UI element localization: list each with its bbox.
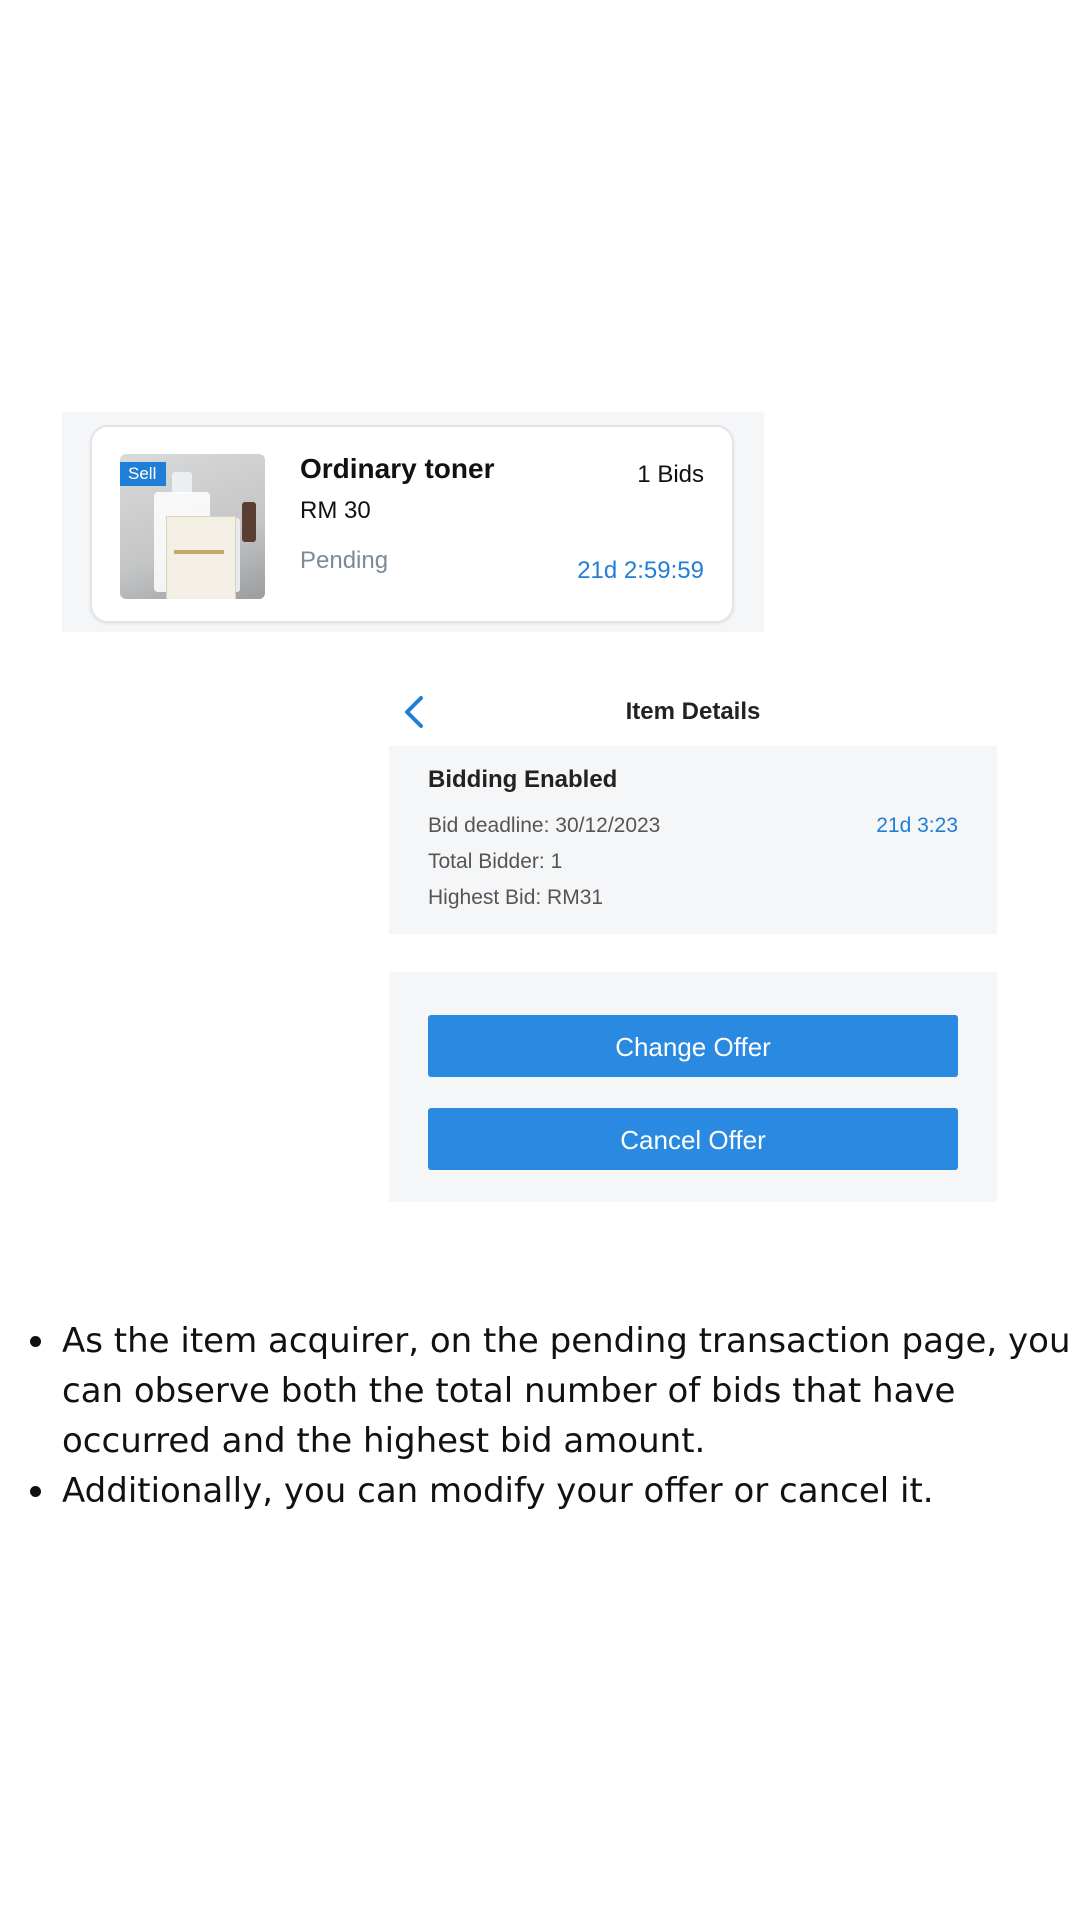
nav-bar: Item Details xyxy=(389,680,997,746)
listing-panel: Sell Ordinary toner RM 30 Pending 1 Bids… xyxy=(62,412,764,632)
item-details-screen: Item Details Bidding Enabled Bid deadlin… xyxy=(389,680,997,1202)
bottle xyxy=(242,502,256,542)
highest-bid: Highest Bid: RM31 xyxy=(428,886,604,909)
product-image: Sell xyxy=(120,454,265,599)
note-text: As the item acquirer, on the pending tra… xyxy=(62,1321,1071,1461)
note-item: As the item acquirer, on the pending tra… xyxy=(28,1316,1078,1466)
item-name: Ordinary toner xyxy=(300,453,495,484)
product-box-stripe xyxy=(174,550,224,554)
note-text: Additionally, you can modify your offer … xyxy=(62,1471,934,1511)
product-box xyxy=(166,516,236,599)
bullet-icon xyxy=(30,1336,41,1347)
sell-tag: Sell xyxy=(120,462,167,486)
deadline-timer: 21d 3:23 xyxy=(876,814,958,837)
item-price: RM 30 xyxy=(300,497,371,524)
bid-deadline: Bid deadline: 30/12/2023 xyxy=(428,814,661,837)
page-title: Item Details xyxy=(625,698,761,725)
bottle-cap xyxy=(172,472,192,494)
bullet-icon xyxy=(30,1486,41,1497)
bidding-panel: Bidding Enabled Bid deadline: 30/12/2023… xyxy=(389,746,997,934)
bidding-title: Bidding Enabled xyxy=(428,766,618,793)
offer-actions: Change Offer Cancel Offer xyxy=(389,972,997,1202)
change-offer-button[interactable]: Change Offer xyxy=(428,1015,958,1077)
countdown-timer: 21d 2:59:59 xyxy=(577,557,704,584)
bid-count: 1 Bids xyxy=(637,461,704,488)
listing-card[interactable]: Sell Ordinary toner RM 30 Pending 1 Bids… xyxy=(90,425,734,623)
notes-list: As the item acquirer, on the pending tra… xyxy=(28,1316,1078,1516)
note-item: Additionally, you can modify your offer … xyxy=(28,1466,1078,1516)
total-bidder: Total Bidder: 1 xyxy=(428,850,563,873)
item-status: Pending xyxy=(300,547,389,574)
cancel-offer-button[interactable]: Cancel Offer xyxy=(428,1108,958,1170)
